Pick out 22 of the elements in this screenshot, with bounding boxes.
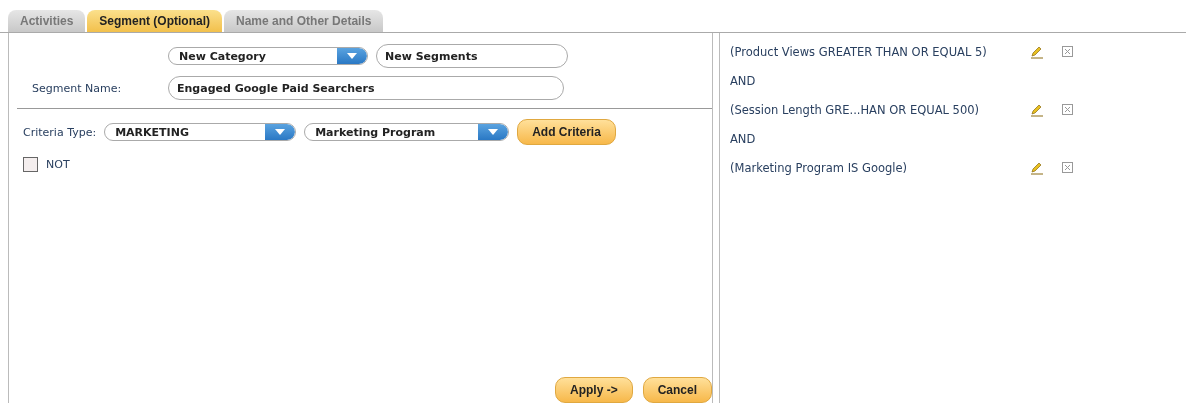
pencil-icon[interactable] (1030, 102, 1044, 117)
pencil-icon[interactable] (1030, 44, 1044, 59)
cancel-button[interactable]: Cancel (642, 377, 712, 403)
operator-text: AND (730, 73, 756, 88)
delete-icon[interactable] (1062, 104, 1073, 115)
delete-icon[interactable] (1062, 46, 1073, 57)
add-criteria-button[interactable]: Add Criteria (517, 119, 616, 145)
apply-button[interactable]: Apply -> (554, 377, 633, 403)
segment-name-label: Segment Name: (32, 81, 123, 95)
pencil-icon[interactable] (1030, 160, 1044, 175)
not-checkbox[interactable] (23, 157, 38, 172)
criterion-text: (Marketing Program IS Google) (730, 160, 909, 175)
operator-text: AND (730, 131, 756, 146)
criterion-text: (Product Views GREATER THAN OR EQUAL 5) (730, 44, 988, 59)
caret-icon (275, 129, 286, 135)
not-label: NOT (46, 158, 70, 171)
criterion-text: (Session Length GRE...HAN OR EQUAL 500) (730, 102, 981, 117)
delete-icon[interactable] (1062, 162, 1073, 173)
caret-icon (347, 53, 357, 59)
tab[interactable]: Segment (Optional) (87, 10, 223, 32)
caret-icon (488, 129, 499, 135)
criteria-type-label: Criteria Type: (23, 125, 97, 139)
